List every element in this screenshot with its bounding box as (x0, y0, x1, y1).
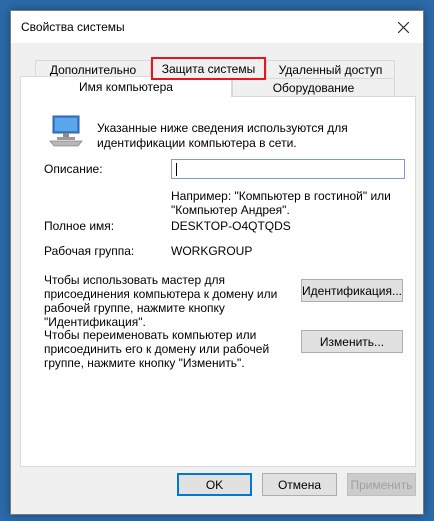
example-text-line1: Например: "Компьютер в гостиной" или (171, 189, 391, 203)
tab-system-protection[interactable]: Защита системы (151, 57, 266, 80)
description-label: Описание: (44, 162, 103, 176)
id-text-line2: присоединения компьютера к домену или (44, 287, 278, 301)
system-properties-window: Свойства системы Дополнительно Защита си… (10, 10, 424, 515)
workgroup-value: WORKGROUP (171, 244, 253, 258)
rename-button[interactable]: Изменить... (301, 330, 403, 353)
rename-text-line3: группе, нажмите кнопку "Изменить". (44, 356, 245, 370)
computer-icon (49, 115, 83, 147)
window-title: Свойства системы (21, 20, 125, 34)
apply-button[interactable]: Применить (347, 473, 416, 496)
title-bar[interactable]: Свойства системы (11, 11, 423, 43)
example-text-line2: "Компьютер Андрея". (171, 203, 290, 217)
tab-remote-access[interactable]: Удаленный доступ (266, 60, 395, 79)
identification-button[interactable]: Идентификация... (301, 279, 403, 302)
computer-name-panel: Указанные ниже сведения используются для… (20, 96, 416, 467)
id-text-line3: рабочей группе, нажмите кнопку (44, 301, 225, 315)
tab-computer-name[interactable]: Имя компьютера (20, 76, 232, 97)
ok-button[interactable]: OK (177, 473, 252, 496)
rename-text-line2: присоединить его к домену или рабочей (44, 342, 270, 356)
close-icon (397, 21, 409, 33)
workgroup-label: Рабочая группа: (44, 244, 135, 258)
cancel-button[interactable]: Отмена (262, 473, 337, 496)
intro-text-line2: идентификации компьютера в сети. (97, 136, 297, 150)
id-text-line1: Чтобы использовать мастер для (44, 273, 225, 287)
description-input[interactable] (171, 159, 405, 179)
tab-hardware[interactable]: Оборудование (232, 78, 395, 97)
intro-text-line1: Указанные ниже сведения используются для (97, 121, 348, 135)
full-name-value: DESKTOP-O4QTQDS (171, 219, 291, 233)
close-button[interactable] (383, 11, 423, 43)
text-caret (176, 163, 177, 176)
rename-text-line1: Чтобы переименовать компьютер или (44, 328, 257, 342)
full-name-label: Полное имя: (44, 219, 115, 233)
